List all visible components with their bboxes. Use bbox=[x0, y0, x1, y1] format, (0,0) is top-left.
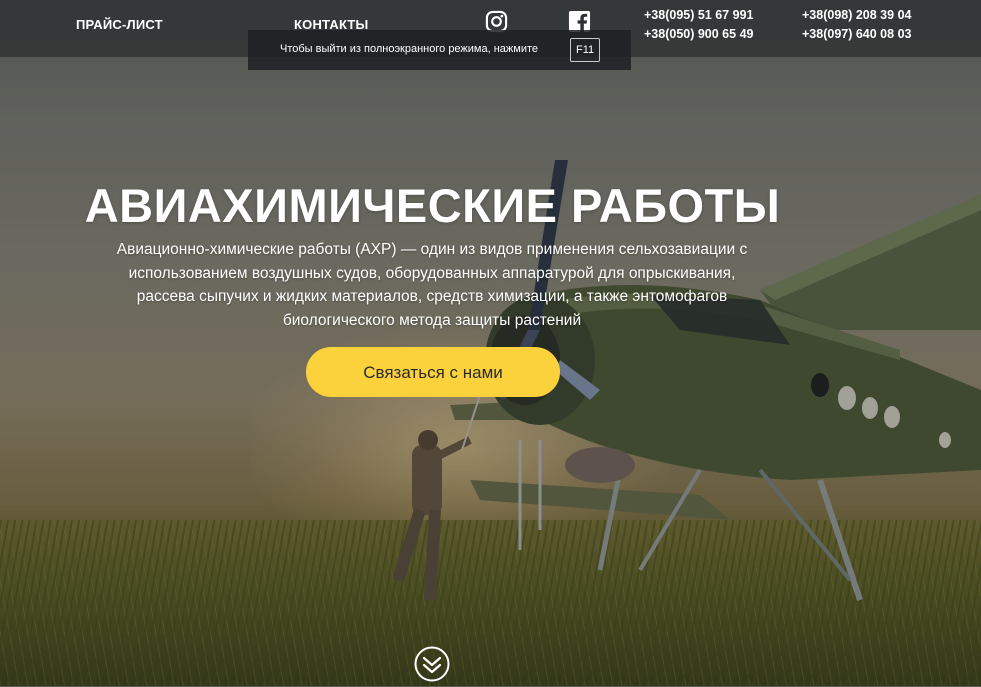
fullscreen-exit-notice: Чтобы выйти из полноэкранного режима, на… bbox=[248, 30, 631, 70]
fullscreen-notice-message: Чтобы выйти из полноэкранного режима, на… bbox=[280, 43, 539, 55]
hero-dim-overlay bbox=[0, 0, 981, 686]
phone-number[interactable]: +38(097) 640 08 03 bbox=[802, 27, 911, 41]
nav-price-list[interactable]: ПРАЙС-ЛИСТ bbox=[76, 17, 163, 32]
hero-description: Авиационно-химические работы (АХР) — оди… bbox=[116, 241, 748, 329]
contact-us-button[interactable]: Связаться с нами bbox=[306, 347, 560, 397]
hero-title: АВИАХИМИЧЕСКИЕ РАБОТЫ bbox=[84, 179, 781, 232]
f11-key-badge: F11 bbox=[570, 38, 601, 62]
phone-number[interactable]: +38(095) 51 67 991 bbox=[644, 8, 753, 22]
double-chevron-down-icon[interactable] bbox=[414, 646, 450, 682]
phone-number[interactable]: +38(050) 900 65 49 bbox=[644, 27, 753, 41]
phone-number[interactable]: +38(098) 208 39 04 bbox=[802, 8, 911, 22]
